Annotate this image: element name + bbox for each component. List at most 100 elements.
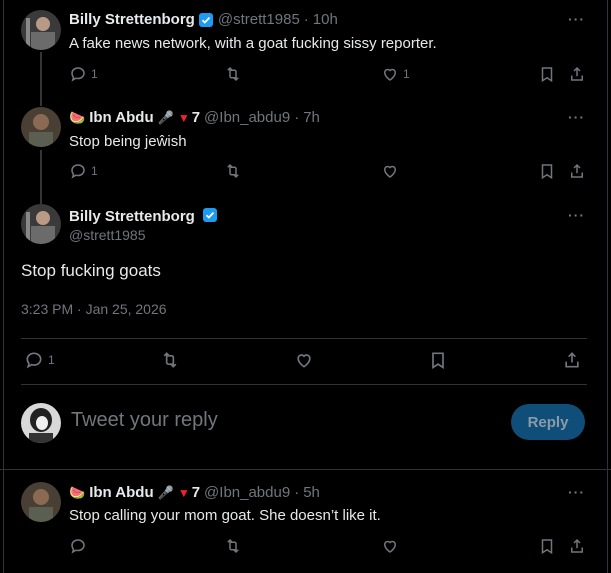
- action-bar: 1 1: [69, 65, 587, 85]
- reply-composer: Tweet your reply Reply: [0, 386, 611, 470]
- display-name[interactable]: Billy Strettenborg: [69, 11, 195, 28]
- share-button[interactable]: [568, 537, 586, 555]
- thread-line: [40, 52, 42, 100]
- retweet-icon: [227, 538, 239, 554]
- reply-count: 1: [48, 353, 55, 367]
- tweet-header: Billy Strettenborg @strett1985 · 10h: [69, 11, 338, 28]
- bookmark-button[interactable]: [538, 65, 556, 83]
- bookmark-icon: [432, 352, 444, 370]
- timestamp[interactable]: 5h: [303, 484, 320, 501]
- retweet-icon: [227, 66, 239, 82]
- avatar[interactable]: [21, 204, 61, 244]
- retweet-button[interactable]: [160, 350, 180, 370]
- like-icon: [383, 165, 397, 178]
- watermelon-icon: 🍉: [69, 484, 86, 500]
- verified-icon: [198, 12, 213, 27]
- reply-icon: [71, 539, 85, 554]
- action-bar: 1: [69, 162, 587, 182]
- reply-button[interactable]: 1: [69, 162, 98, 180]
- share-button[interactable]: [562, 350, 582, 370]
- like-button[interactable]: 1: [381, 65, 410, 83]
- bookmark-icon: [541, 539, 553, 555]
- reply-button[interactable]: Reply: [511, 404, 585, 440]
- main-tweet-text: Stop fucking goats: [21, 261, 161, 280]
- bookmark-button[interactable]: [428, 350, 448, 370]
- tweet-text: A fake news network, with a goat fucking…: [69, 35, 437, 52]
- separator-dot: ·: [303, 11, 309, 28]
- like-button[interactable]: [381, 162, 399, 180]
- tweet-reply[interactable]: 🍉 Ibn Abdu 🎤 ▼ 7 @Ibn_abdu9 · 5h ··· Sto…: [0, 470, 611, 573]
- divider: [21, 384, 587, 385]
- watermelon-icon: 🍉: [69, 109, 86, 125]
- share-icon: [571, 66, 583, 81]
- reply-input[interactable]: Tweet your reply: [71, 409, 218, 432]
- more-icon[interactable]: ···: [568, 484, 585, 500]
- main-header: Billy Strettenborg: [69, 207, 218, 225]
- tweet-text: Stop being jeŵish: [69, 133, 187, 150]
- handle[interactable]: @Ibn_abdu9: [204, 484, 290, 501]
- retweet-icon: [227, 163, 239, 179]
- share-button[interactable]: [568, 65, 586, 83]
- timestamp[interactable]: 10h: [313, 11, 338, 28]
- verified-icon: [203, 208, 218, 222]
- share-icon: [571, 163, 583, 178]
- handle[interactable]: @strett1985: [69, 227, 145, 243]
- handle[interactable]: @Ibn_abdu9: [204, 109, 290, 126]
- avatar[interactable]: [21, 482, 61, 522]
- divider: [21, 338, 587, 339]
- share-icon: [565, 352, 579, 368]
- bookmark-icon: [541, 164, 553, 180]
- thread-line: [40, 150, 42, 200]
- separator-dot: ·: [294, 484, 300, 501]
- retweet-button[interactable]: [224, 65, 242, 83]
- action-bar: [69, 537, 587, 557]
- avatar[interactable]: [21, 107, 61, 147]
- timestamp[interactable]: 7h: [303, 109, 320, 126]
- like-button[interactable]: [381, 537, 399, 555]
- display-name[interactable]: Ibn Abdu: [89, 109, 153, 126]
- reply-button[interactable]: 1: [24, 350, 55, 370]
- thread-line: [40, 196, 42, 204]
- bookmark-button[interactable]: [538, 162, 556, 180]
- display-name[interactable]: Billy Strettenborg: [69, 208, 195, 225]
- more-icon[interactable]: ···: [568, 207, 585, 223]
- share-button[interactable]: [568, 162, 586, 180]
- handle[interactable]: @strett1985: [218, 11, 300, 28]
- reply-icon: [26, 352, 42, 369]
- microphone-icon: 🎤: [157, 484, 174, 500]
- more-icon[interactable]: ···: [568, 11, 585, 27]
- triangle-icon: ▼: [177, 485, 190, 500]
- tweet-text: Stop calling your mom goat. She doesn’t …: [69, 507, 381, 524]
- like-icon: [297, 354, 311, 368]
- reply-count: 1: [91, 67, 98, 81]
- tweet-1[interactable]: Billy Strettenborg @strett1985 · 10h ···…: [0, 0, 611, 100]
- name-suffix: 7: [191, 109, 201, 126]
- tweet-2[interactable]: 🍉 Ibn Abdu 🎤 ▼ 7 @Ibn_abdu9 · 7h ··· Sto…: [0, 98, 611, 200]
- reply-icon: [71, 164, 85, 179]
- user-avatar[interactable]: [21, 403, 61, 443]
- reply-button[interactable]: 1: [69, 65, 98, 83]
- retweet-button[interactable]: [224, 162, 242, 180]
- tweet-header: 🍉 Ibn Abdu 🎤 ▼ 7 @Ibn_abdu9 · 7h: [69, 109, 320, 126]
- separator-dot: ·: [294, 109, 300, 126]
- like-icon: [383, 68, 397, 81]
- bookmark-button[interactable]: [538, 537, 556, 555]
- timestamp[interactable]: 3:23 PM · Jan 25, 2026: [21, 301, 167, 317]
- microphone-icon: 🎤: [157, 109, 174, 125]
- tweet-header: 🍉 Ibn Abdu 🎤 ▼ 7 @Ibn_abdu9 · 5h: [69, 484, 320, 501]
- retweet-button[interactable]: [224, 537, 242, 555]
- like-button[interactable]: [294, 350, 314, 370]
- reply-count: 1: [91, 164, 98, 178]
- name-suffix: 7: [191, 484, 201, 501]
- like-icon: [383, 540, 397, 553]
- bookmark-icon: [541, 67, 553, 83]
- triangle-icon: ▼: [177, 110, 190, 125]
- reply-button[interactable]: [69, 537, 87, 555]
- like-count: 1: [403, 67, 410, 81]
- reply-icon: [71, 67, 85, 82]
- retweet-icon: [163, 352, 177, 368]
- avatar[interactable]: [21, 10, 61, 50]
- display-name[interactable]: Ibn Abdu: [89, 484, 153, 501]
- share-icon: [571, 538, 583, 553]
- more-icon[interactable]: ···: [568, 109, 585, 125]
